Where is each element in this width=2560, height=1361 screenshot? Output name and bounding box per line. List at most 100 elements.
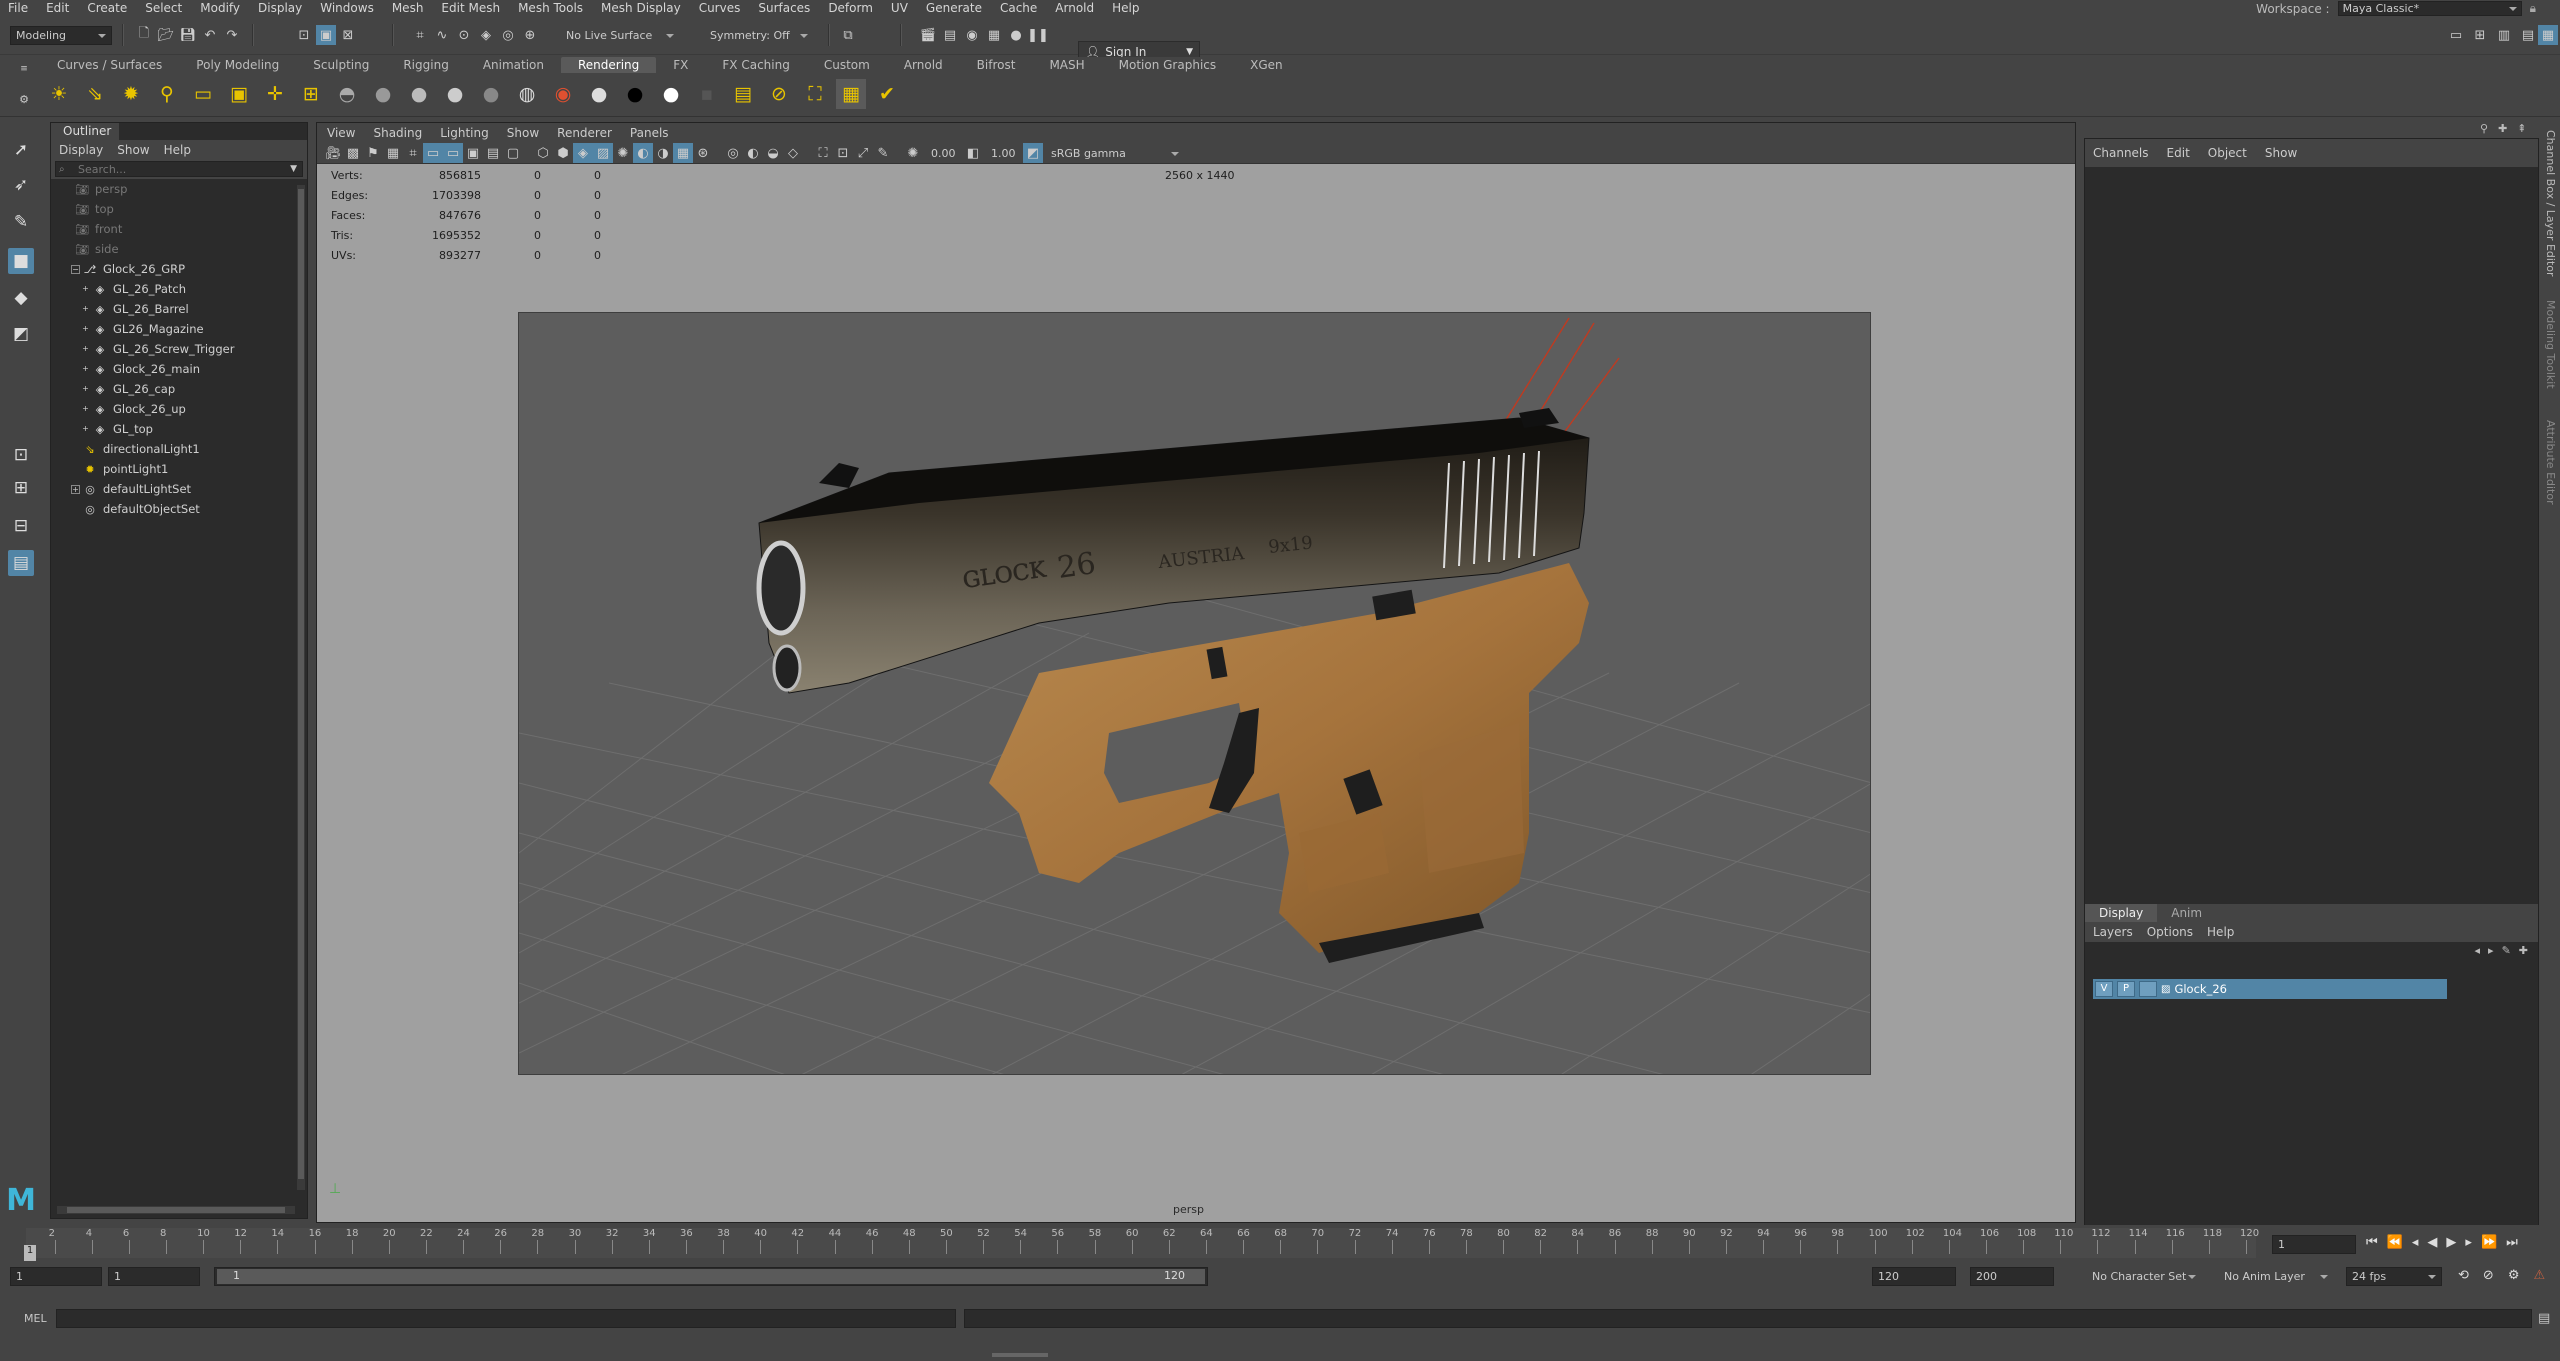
pause-icon[interactable]: ❚❚ [1027, 25, 1049, 45]
ramp-shader-icon[interactable]: ◉ [548, 79, 578, 109]
shelf-tab-poly-modeling[interactable]: Poly Modeling [179, 57, 296, 73]
tab-anim[interactable]: Anim [2157, 904, 2216, 922]
list-item[interactable]: ◈ GL_26_Screw_Trigger [93, 339, 235, 359]
layout-side-icon[interactable]: ▥ [2494, 25, 2514, 45]
lasso-tool-icon[interactable]: ➶ [8, 172, 34, 198]
bookmark-icon[interactable]: ⚑ [363, 143, 383, 163]
select-object-icon[interactable]: ▣ [316, 25, 336, 45]
menu-arnold[interactable]: Arnold [1046, 0, 1103, 17]
menu-edit-mesh[interactable]: Edit Mesh [432, 0, 509, 17]
scale-tool-icon[interactable]: ◩ [8, 321, 34, 347]
list-item[interactable]: ◈ GL_26_cap [93, 379, 175, 399]
shelf-tab-fx-caching[interactable]: FX Caching [705, 57, 806, 73]
pan-zoom-icon[interactable]: ⤢ [853, 143, 873, 163]
anim-layer-dropdown[interactable]: No Anim Layer [2218, 1267, 2334, 1286]
go-to-start-icon[interactable]: ⏮ [2366, 1235, 2378, 1250]
phong-e-icon[interactable]: ● [440, 79, 470, 109]
outliner-layout-icon[interactable]: ▤ [8, 550, 34, 576]
shelf-tab-xgen[interactable]: XGen [1233, 57, 1300, 73]
render-settings-icon[interactable]: ▦ [984, 25, 1004, 45]
step-back-frame-icon[interactable]: ◂ [2412, 1235, 2419, 1250]
four-view-icon[interactable]: ⊞ [8, 475, 34, 501]
menu-mesh[interactable]: Mesh [383, 0, 433, 17]
single-view-icon[interactable]: ⊡ [8, 442, 34, 468]
area-light-icon[interactable]: ▭ [188, 79, 218, 109]
render-settings-shelf-icon[interactable]: ▤ [728, 79, 758, 109]
outliner-menu-display[interactable]: Display [59, 143, 103, 157]
shelf-tab-bifrost[interactable]: Bifrost [960, 57, 1033, 73]
image-plane-icon[interactable]: ▦ [383, 143, 403, 163]
expand-icon[interactable]: + [81, 285, 90, 294]
undo-icon[interactable]: ↶ [200, 25, 220, 45]
collapse-icon[interactable]: ⇞ [2517, 122, 2526, 135]
side-by-side-view-icon[interactable]: ⊟ [8, 513, 34, 539]
list-item[interactable]: ⎇ Glock_26_GRP [83, 259, 185, 279]
list-item[interactable]: 📷︎ top [75, 199, 114, 219]
preferences-icon[interactable]: ⚙ [2508, 1268, 2520, 1283]
menu-mesh-display[interactable]: Mesh Display [592, 0, 690, 17]
channel-box-menu-show[interactable]: Show [2265, 146, 2297, 160]
exposure-icon[interactable]: ✺ [903, 143, 923, 163]
xray-joints-icon[interactable]: ◒ [763, 143, 783, 163]
hypershade-icon[interactable]: ● [1006, 25, 1026, 45]
view-transform-dropdown[interactable]: sRGB gamma [1045, 144, 1185, 163]
symmetry-dropdown[interactable]: Symmetry: Off [704, 26, 814, 45]
toggle-channel-box-icon[interactable]: ▤ [2518, 25, 2538, 45]
surface-shader-icon[interactable]: ● [584, 79, 614, 109]
current-frame-field[interactable]: 1 [2272, 1235, 2356, 1254]
menu-help[interactable]: Help [1103, 0, 1148, 17]
new-empty-layer-icon[interactable]: ✎ [2502, 944, 2511, 957]
render-sequence-icon[interactable]: ▤ [940, 25, 960, 45]
tab-modeling-toolkit[interactable]: Modeling Toolkit [2544, 300, 2557, 389]
layer-menu-options[interactable]: Options [2147, 925, 2193, 939]
frame-selected-icon[interactable]: ⊡ [833, 143, 853, 163]
construction-history-icon[interactable]: ⧉ [838, 25, 858, 45]
expand-icon[interactable]: + [81, 405, 90, 414]
list-item[interactable]: ◎ defaultObjectSet [83, 499, 200, 519]
go-to-end-icon[interactable]: ⏭ [2506, 1235, 2518, 1250]
depth-of-field-icon[interactable]: ⊛ [693, 143, 713, 163]
expand-icon[interactable]: + [81, 345, 90, 354]
snap-live-icon[interactable]: ⊕ [520, 25, 540, 45]
viewport-menu-show[interactable]: Show [507, 126, 539, 140]
ambient-light-icon[interactable]: ☀ [44, 79, 74, 109]
select-tool-icon[interactable]: ➚ [8, 137, 34, 163]
render-view-icon[interactable]: ▪ [692, 79, 722, 109]
select-component-icon[interactable]: ⊠ [338, 25, 358, 45]
expand-icon[interactable]: + [81, 305, 90, 314]
visibility-toggle[interactable]: V [2095, 981, 2113, 997]
viewport-menu-panels[interactable]: Panels [630, 126, 669, 140]
layer-menu-layers[interactable]: Layers [2093, 925, 2133, 939]
audio-icon[interactable]: ⚠ [2533, 1268, 2545, 1283]
expand-icon[interactable]: + [81, 365, 90, 374]
select-hierarchy-icon[interactable]: ⊡ [294, 25, 314, 45]
paint-select-icon[interactable]: ✎ [8, 209, 34, 235]
lock-icon[interactable]: 🔒︎ [2530, 1, 2536, 16]
light-editor-icon[interactable]: ⛶ [800, 79, 830, 109]
viewport-menu-shading[interactable]: Shading [373, 126, 422, 140]
animation-start-field[interactable]: 1 [10, 1267, 102, 1286]
layer-color-icon[interactable]: ▨ [2161, 984, 2170, 995]
live-surface-dropdown[interactable]: No Live Surface [560, 26, 680, 45]
render-frame-icon[interactable]: 🎬︎ [918, 25, 938, 45]
gamma-icon[interactable]: ◧ [963, 143, 983, 163]
shelf-tab-mash[interactable]: MASH [1032, 57, 1101, 73]
shadows-icon[interactable]: ◐ [633, 143, 653, 163]
script-editor-icon[interactable]: ▤ [2538, 1311, 2550, 1326]
camera-attributes-icon[interactable]: ▩ [343, 143, 363, 163]
spot-light-icon[interactable]: ⚲ [152, 79, 182, 109]
range-slider[interactable]: 1 120 [214, 1267, 1208, 1286]
safe-action-icon[interactable]: ▢ [503, 143, 523, 163]
camera-icon[interactable]: ✛ [260, 79, 290, 109]
wireframe-on-shaded-icon[interactable]: ◈ [573, 143, 593, 163]
list-item[interactable]: ◈ GL26_Magazine [93, 319, 204, 339]
layer-menu-help[interactable]: Help [2207, 925, 2234, 939]
command-input[interactable] [56, 1308, 956, 1328]
layout-single-icon[interactable]: ▭ [2446, 25, 2466, 45]
list-item[interactable]: ◈ Glock_26_main [93, 359, 200, 379]
new-scene-icon[interactable]: 🗋 [134, 25, 154, 45]
list-item[interactable]: ◎ defaultLightSet [83, 479, 191, 499]
vertical-scrollbar[interactable] [297, 185, 305, 1190]
snap-surface-icon[interactable]: ◎ [498, 25, 518, 45]
snap-grid-icon[interactable]: ⌗ [410, 25, 430, 45]
